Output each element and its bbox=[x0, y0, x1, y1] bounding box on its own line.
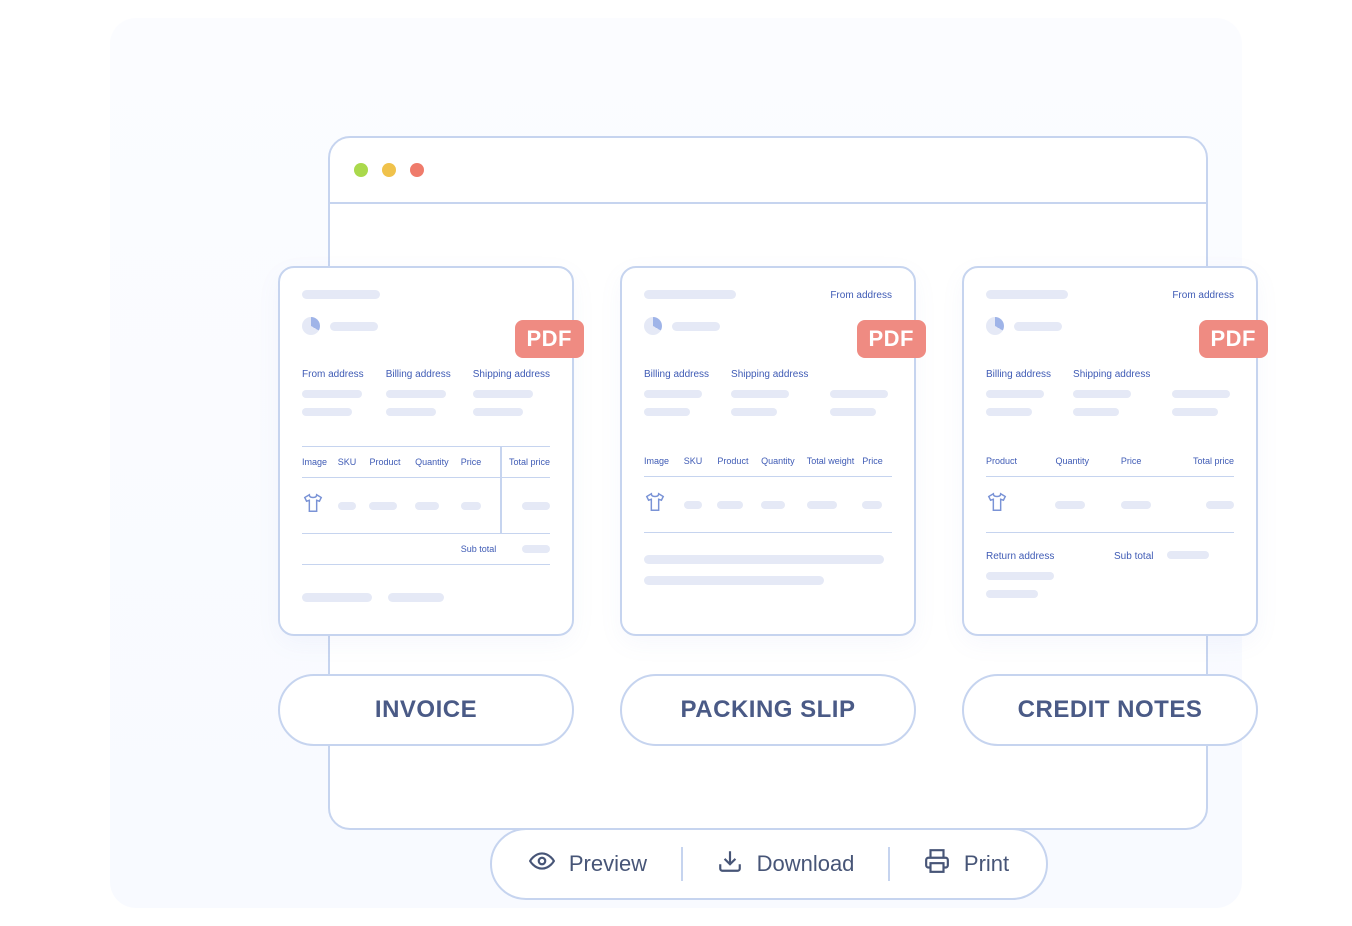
print-label: Print bbox=[964, 851, 1009, 877]
address-label: Billing address bbox=[386, 369, 451, 380]
address-label: Billing address bbox=[986, 369, 1051, 380]
table-header: Price bbox=[1121, 456, 1181, 466]
title-block bbox=[302, 290, 550, 299]
pdf-badge: PDF bbox=[515, 320, 585, 358]
shirt-icon bbox=[302, 492, 338, 519]
table-header: Product bbox=[986, 456, 1055, 466]
pdf-badge: PDF bbox=[1199, 320, 1269, 358]
credit-notes-card[interactable]: PDF From address Billing address Shippin… bbox=[962, 266, 1258, 636]
shirt-icon bbox=[644, 491, 684, 518]
table-header: SKU bbox=[338, 457, 370, 467]
logo-icon bbox=[302, 317, 320, 335]
logo-row bbox=[644, 317, 892, 335]
stage: PDF From address Billing address Shippin… bbox=[110, 18, 1242, 908]
from-address-label: From address bbox=[830, 290, 892, 301]
printer-icon bbox=[924, 848, 950, 880]
logo-icon bbox=[986, 317, 1004, 335]
credit-notes-pill[interactable]: CREDIT NOTES bbox=[962, 674, 1258, 746]
invoice-pill[interactable]: INVOICE bbox=[278, 674, 574, 746]
credit-footer: Return address Sub total bbox=[986, 551, 1234, 598]
line-items-table: Image SKU Product Quantity Price Total p… bbox=[302, 446, 550, 565]
table-row bbox=[302, 478, 550, 534]
table-header: Product bbox=[369, 457, 415, 467]
line-items-table: Image SKU Product Quantity Total weight … bbox=[644, 446, 892, 533]
footer-placeholder bbox=[644, 555, 892, 585]
document-type-pills: INVOICE PACKING SLIP CREDIT NOTES bbox=[278, 674, 1258, 746]
traffic-light-close[interactable] bbox=[410, 163, 424, 177]
preview-button[interactable]: Preview bbox=[495, 848, 681, 880]
address-section: From address Billing address Shipping ad… bbox=[302, 369, 550, 426]
address-section: Billing address Shipping address . bbox=[986, 369, 1234, 426]
table-header: Quantity bbox=[415, 457, 461, 467]
packing-slip-card[interactable]: PDF From address Billing address Shippin… bbox=[620, 266, 916, 636]
table-header: Product bbox=[717, 456, 761, 466]
logo-row bbox=[302, 317, 550, 335]
shirt-icon bbox=[986, 491, 1055, 518]
preview-label: Preview bbox=[569, 851, 647, 877]
table-header: Image bbox=[644, 456, 684, 466]
table-header: Quantity bbox=[1055, 456, 1120, 466]
table-header: Total price bbox=[1180, 456, 1234, 466]
eye-icon bbox=[529, 848, 555, 880]
logo-row bbox=[986, 317, 1234, 335]
download-label: Download bbox=[757, 851, 855, 877]
window-controls bbox=[354, 163, 424, 177]
document-cards-row: PDF From address Billing address Shippin… bbox=[278, 266, 1258, 636]
return-address-label: Return address bbox=[986, 551, 1104, 562]
address-label: Shipping address bbox=[731, 369, 808, 380]
browser-titlebar bbox=[330, 138, 1206, 204]
table-header: Total weight bbox=[807, 456, 863, 466]
print-button[interactable]: Print bbox=[890, 848, 1043, 880]
logo-icon bbox=[644, 317, 662, 335]
address-label: From address bbox=[302, 369, 364, 380]
download-icon bbox=[717, 848, 743, 880]
action-bar: Preview Download Print bbox=[490, 828, 1048, 900]
table-header: Image bbox=[302, 457, 338, 467]
table-header: Price bbox=[461, 457, 499, 467]
address-label: Shipping address bbox=[1073, 369, 1150, 380]
table-header: Total price bbox=[498, 457, 550, 467]
table-header: Price bbox=[862, 456, 892, 466]
line-items-table: Product Quantity Price Total price bbox=[986, 446, 1234, 533]
footer-placeholder bbox=[302, 593, 550, 602]
pdf-badge: PDF bbox=[857, 320, 927, 358]
invoice-card[interactable]: PDF From address Billing address Shippin… bbox=[278, 266, 574, 636]
table-row bbox=[644, 477, 892, 533]
subtotal-label: Sub total bbox=[1114, 551, 1153, 562]
from-address-label: From address bbox=[1172, 290, 1234, 301]
address-section: Billing address Shipping address . bbox=[644, 369, 892, 426]
table-row bbox=[986, 477, 1234, 533]
packing-slip-pill[interactable]: PACKING SLIP bbox=[620, 674, 916, 746]
address-label: Billing address bbox=[644, 369, 709, 380]
traffic-light-maximize[interactable] bbox=[382, 163, 396, 177]
table-header: SKU bbox=[684, 456, 718, 466]
address-label: Shipping address bbox=[473, 369, 550, 380]
table-header: Quantity bbox=[761, 456, 807, 466]
download-button[interactable]: Download bbox=[683, 848, 889, 880]
subtotal-label: Sub total bbox=[461, 544, 499, 554]
traffic-light-minimize[interactable] bbox=[354, 163, 368, 177]
